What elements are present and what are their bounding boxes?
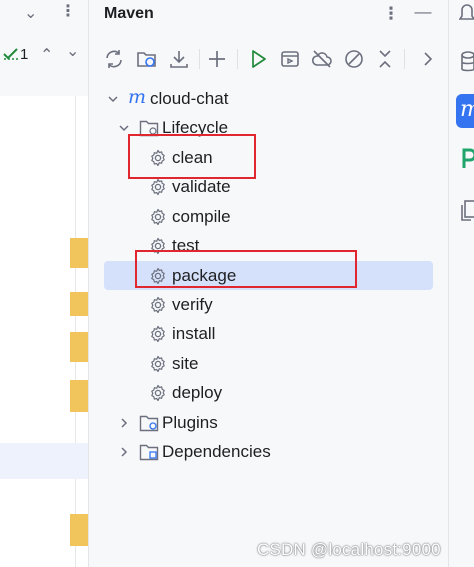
gear-icon (151, 296, 165, 314)
goal-label: compile (172, 207, 231, 226)
change-marker[interactable] (70, 380, 88, 412)
toolbar-separator (404, 49, 405, 69)
chevron-down-icon[interactable] (117, 121, 131, 135)
previous-problem-icon[interactable]: ⌃ (40, 48, 53, 64)
dependencies-label: Dependencies (162, 442, 271, 461)
tree-project-cloud-chat[interactable]: m cloud-chat (104, 85, 434, 113)
goal-label: install (172, 324, 216, 343)
plantuml-icon[interactable] (461, 146, 474, 170)
next-problem-icon[interactable]: ⌄ (66, 44, 79, 60)
add-icon[interactable] (205, 47, 229, 71)
change-marker[interactable] (70, 332, 88, 362)
chevron-down-icon[interactable] (106, 92, 120, 106)
toolbar-separator (199, 49, 200, 69)
inspection-check-icon[interactable] (2, 46, 20, 62)
highlight-box-package (135, 250, 357, 288)
chevron-right-icon[interactable] (117, 416, 131, 430)
plugins-label: Plugins (162, 413, 218, 432)
maven-m-icon: m (128, 86, 147, 108)
download-icon[interactable] (167, 47, 191, 71)
dependencies-folder-icon (139, 444, 159, 461)
goal-row-site[interactable]: site (104, 350, 434, 378)
editor-strip: ⌄ ⋮ 1 ⌃ ⌄ (0, 0, 88, 567)
gear-icon (151, 384, 165, 402)
change-marker[interactable] (70, 238, 88, 268)
minimize-icon[interactable]: — (413, 2, 433, 22)
watermark: CSDN @localhost:9000 (257, 540, 441, 559)
inspection-count: 1 (20, 46, 29, 63)
reimport-folder-icon[interactable] (135, 47, 159, 71)
more-vertical-icon[interactable]: ⋮ (60, 4, 76, 20)
goal-row-compile[interactable]: compile (104, 203, 434, 231)
maven-m-icon: m (460, 97, 474, 122)
chevron-right-icon[interactable] (117, 445, 131, 459)
database-icon[interactable] (460, 50, 474, 74)
highlight-box-clean (128, 134, 256, 179)
maven-toolbar (89, 44, 448, 74)
change-marker[interactable] (70, 514, 88, 546)
plugins-folder-icon (139, 415, 159, 432)
goal-label: site (172, 354, 199, 373)
execute-goal-icon[interactable] (278, 47, 302, 71)
copy-pages-icon[interactable] (461, 198, 474, 222)
chevron-down-icon[interactable]: ⌄ (24, 6, 37, 22)
maven-toolwindow-button[interactable]: m (456, 94, 474, 128)
right-tool-strip: m (449, 0, 474, 567)
more-chevron-icon[interactable] (415, 47, 439, 71)
panel-title: Maven (104, 5, 154, 22)
current-line-highlight (0, 443, 88, 479)
collapse-icon[interactable] (373, 47, 397, 71)
run-icon[interactable] (246, 47, 270, 71)
goal-label: deploy (172, 383, 223, 402)
gear-icon (151, 208, 165, 226)
toolbar-separator (237, 49, 238, 69)
options-menu-icon[interactable]: ⋮ (381, 4, 401, 24)
offline-icon[interactable] (310, 47, 334, 71)
goal-row-deploy[interactable]: deploy (104, 379, 434, 407)
gear-icon (151, 178, 165, 196)
gear-icon (151, 325, 165, 343)
reload-icon[interactable] (102, 47, 126, 71)
goal-label: verify (172, 295, 213, 314)
goal-row-verify[interactable]: verify (104, 291, 434, 319)
tree-plugins[interactable]: Plugins (104, 409, 434, 437)
goal-row-install[interactable]: install (104, 320, 434, 348)
gear-icon (151, 355, 165, 373)
project-label: cloud-chat (150, 89, 229, 108)
notifications-icon[interactable] (459, 3, 474, 25)
skip-tests-icon[interactable] (342, 47, 366, 71)
tree-dependencies[interactable]: Dependencies (104, 438, 434, 466)
change-marker[interactable] (70, 292, 88, 316)
